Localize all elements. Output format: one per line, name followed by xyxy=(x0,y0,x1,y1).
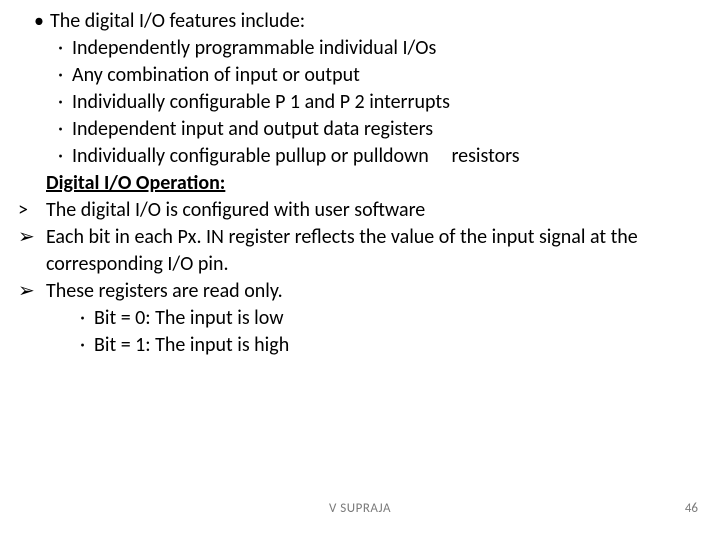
heading-text: Digital I/O Operation: xyxy=(46,170,702,197)
footer-author: V SUPRAJA xyxy=(0,501,720,516)
list-item: > The digital I/O is configured with use… xyxy=(18,197,702,224)
spacer xyxy=(18,170,46,197)
bullet-middot-icon: · xyxy=(58,35,72,62)
text-line: Bit = 1: The input is high xyxy=(94,332,702,359)
list-item: ➢ Each bit in each Px. IN register refle… xyxy=(18,224,702,278)
text-line: Any combination of input or output xyxy=(72,62,702,89)
bullet-middot-icon: · xyxy=(58,89,72,116)
text-fragment: resistors xyxy=(451,144,519,168)
text-fragment: Individually configurable pullup or pull… xyxy=(72,144,429,168)
list-item: · Independently programmable individual … xyxy=(18,35,702,62)
text-line: The digital I/O features include: xyxy=(50,8,702,35)
list-item: · Bit = 1: The input is high xyxy=(18,332,702,359)
bullet-middot-icon: · xyxy=(80,332,94,359)
text-line: Independently programmable individual I/… xyxy=(72,35,702,62)
list-item: • The digital I/O features include: xyxy=(18,8,702,35)
bullet-middot-icon: · xyxy=(58,143,72,170)
list-item: ➢ These registers are read only. xyxy=(18,278,702,305)
bullet-middot-icon: · xyxy=(58,62,72,89)
list-item: · Bit = 0: The input is low xyxy=(18,305,702,332)
bullet-arrow-icon: ➢ xyxy=(18,224,46,278)
text-line: The digital I/O is configured with user … xyxy=(46,197,702,224)
list-item: · Any combination of input or output xyxy=(18,62,702,89)
bullet-middot-icon: · xyxy=(58,116,72,143)
list-item: · Individually configurable pullup or pu… xyxy=(18,143,702,170)
text-line: These registers are read only. xyxy=(46,278,702,305)
list-item: · Independent input and output data regi… xyxy=(18,116,702,143)
text-line: Individually configurable P 1 and P 2 in… xyxy=(72,89,702,116)
bullet-arrow-icon: ➢ xyxy=(18,278,46,305)
footer-page-number: 46 xyxy=(685,501,698,516)
bullet-middot-icon: · xyxy=(80,305,94,332)
text-line: Independent input and output data regist… xyxy=(72,116,702,143)
bullet-dot-icon: • xyxy=(28,8,50,35)
section-heading: Digital I/O Operation: xyxy=(18,170,702,197)
slide-content: • The digital I/O features include: · In… xyxy=(18,8,702,359)
text-line: Each bit in each Px. IN register reflect… xyxy=(46,224,702,278)
slide: • The digital I/O features include: · In… xyxy=(0,0,720,540)
bullet-angle-icon: > xyxy=(18,197,46,224)
text-line: Bit = 0: The input is low xyxy=(94,305,702,332)
text-line: Individually configurable pullup or pull… xyxy=(72,143,702,170)
list-item: · Individually configurable P 1 and P 2 … xyxy=(18,89,702,116)
